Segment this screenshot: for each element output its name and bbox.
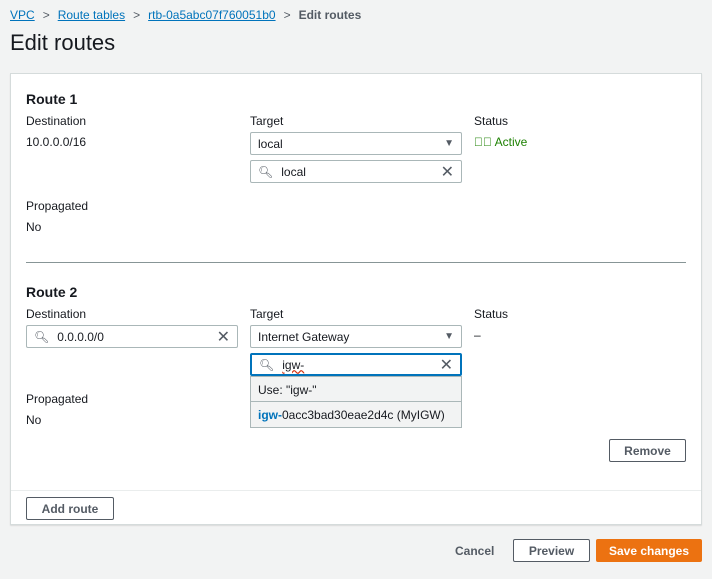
routes-panel: Route 1 Destination 10.0.0.0/16 Target l… [10,73,702,525]
cancel-button[interactable]: Cancel [455,544,494,558]
route-2-target-select[interactable]: Internet Gateway ▼ [250,325,462,348]
clear-icon[interactable]: ✕ [217,327,230,347]
target-value: local [258,136,283,151]
route-2-destination-input[interactable]: 🔍︎ 0.0.0.0/0 ✕ [26,325,238,348]
route-1-destination: 10.0.0.0/16 [26,135,87,149]
add-route-button[interactable]: Add route [26,497,114,520]
propagated-label: Propagated [26,392,89,406]
route-1-propagated: No [26,220,42,234]
divider [26,262,686,263]
page-title: Edit routes [10,30,116,55]
target-label: Target [250,114,284,128]
route-2-target-search[interactable]: 🔍︎ igw- ✕ [250,353,462,376]
chevron-right-icon: > [42,8,50,22]
destination-value: 0.0.0.0/0 [57,329,104,344]
status-label: Status [474,307,509,321]
propagated-label: Propagated [26,199,89,213]
breadcrumb-current: Edit routes [298,8,362,22]
status-label: Status [474,114,509,128]
search-icon: 🔍︎ [34,329,50,344]
caret-down-icon: ▼ [444,331,454,342]
target-label: Target [250,307,284,321]
dropdown-option-use[interactable]: Use: "igw-" [251,377,461,401]
status-text: Active [494,135,528,149]
clear-icon[interactable]: ✕ [441,162,454,182]
breadcrumb: VPC > Route tables > rtb-0a5abc07f760051b0 > E… [10,8,361,22]
breadcrumb-route-tables[interactable]: Route tables [58,8,125,22]
caret-down-icon: ▼ [444,138,454,149]
search-icon: 🔍︎ [258,164,274,179]
clear-icon[interactable]: ✕ [440,355,453,375]
breadcrumb-route-table[interactable]: rtb-0a5abc07f760051b0 [148,8,275,22]
dropdown-option-igw[interactable]: igw-0acc3bad30eae2d4c (MyIGW) [251,401,461,427]
option-text: 0acc3bad30eae2d4c (MyIGW) [282,408,445,422]
chevron-right-icon: > [133,8,141,22]
route-1-target-search[interactable]: 🔍︎ local ✕ [250,160,462,183]
route-2-status: – [474,328,481,342]
preview-button[interactable]: Preview [513,539,590,562]
footer-divider [11,490,701,491]
destination-label: Destination [26,114,87,128]
route-2-propagated: No [26,413,42,427]
remove-button[interactable]: Remove [609,439,686,462]
breadcrumb-vpc[interactable]: VPC [10,8,35,22]
search-value: local [281,164,306,179]
search-icon: 🔍︎ [259,357,275,372]
save-changes-button[interactable]: Save changes [596,539,702,562]
check-circle-icon: ✓⃝ [474,135,492,149]
match-highlight: igw- [258,408,282,422]
chevron-right-icon: > [283,8,291,22]
search-value: igw- [282,357,305,372]
target-dropdown: Use: "igw-" igw-0acc3bad30eae2d4c (MyIGW… [250,376,462,428]
route-1-title: Route 1 [26,91,78,107]
route-2-title: Route 2 [26,284,78,300]
route-1-status: ✓⃝ Active [474,135,527,149]
target-value: Internet Gateway [258,329,350,344]
destination-label: Destination [26,307,87,321]
route-1-target-select[interactable]: local ▼ [250,132,462,155]
